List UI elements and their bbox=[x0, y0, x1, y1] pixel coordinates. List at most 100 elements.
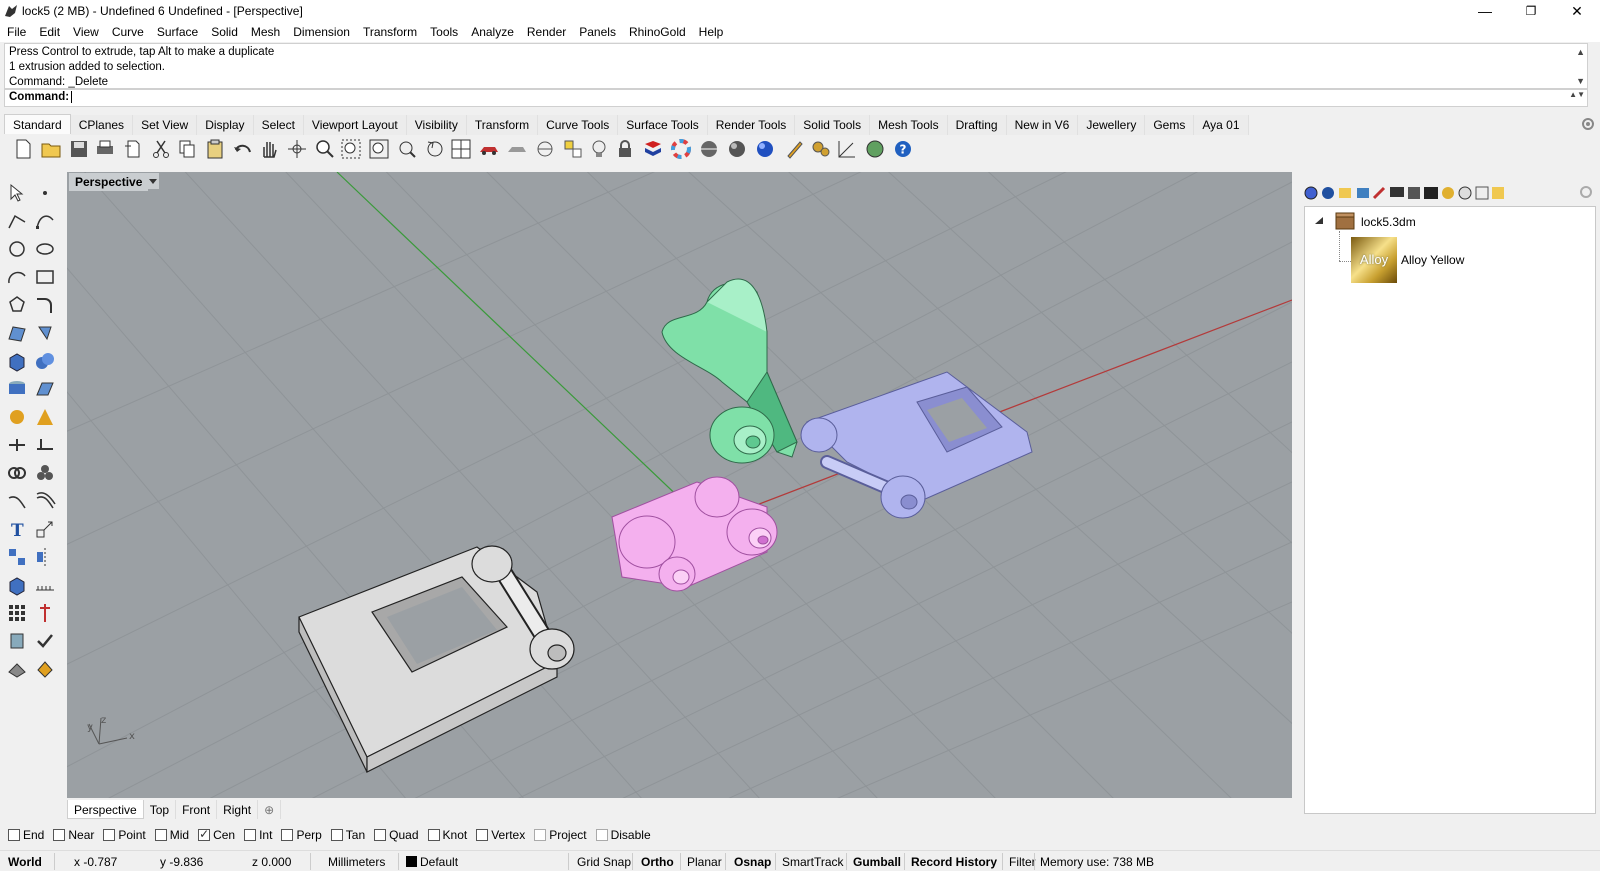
cylinder-icon[interactable] bbox=[6, 378, 28, 400]
layers-icon[interactable] bbox=[1408, 187, 1420, 199]
shaded-car-icon[interactable] bbox=[506, 138, 528, 160]
grid-array-icon[interactable] bbox=[6, 602, 28, 624]
osnap-mid[interactable]: Mid bbox=[154, 828, 189, 842]
box-solid-icon[interactable] bbox=[6, 350, 28, 372]
menu-edit[interactable]: Edit bbox=[32, 22, 66, 39]
explode-icon[interactable] bbox=[6, 406, 28, 428]
camera-icon[interactable] bbox=[1357, 188, 1369, 198]
tab-visibility[interactable]: Visibility bbox=[406, 115, 467, 135]
tab-viewport-layout[interactable]: Viewport Layout bbox=[303, 115, 407, 135]
menu-file[interactable]: File bbox=[0, 22, 32, 39]
zoom-icon[interactable] bbox=[314, 138, 336, 160]
checkbox-icon[interactable] bbox=[244, 829, 257, 841]
units-status[interactable]: Millimeters bbox=[328, 855, 385, 869]
gumball-toggle[interactable]: Gumball bbox=[853, 855, 901, 869]
osnap-point[interactable]: Point bbox=[103, 828, 146, 842]
join-icon[interactable] bbox=[6, 462, 28, 484]
green-latch-part[interactable] bbox=[661, 278, 798, 464]
checkbox-icon[interactable] bbox=[281, 829, 294, 841]
render-sphere-icon[interactable] bbox=[698, 138, 720, 160]
viewport-menu-chevron-icon[interactable] bbox=[147, 173, 159, 189]
menu-analyze[interactable]: Analyze bbox=[464, 22, 520, 39]
tab-transform[interactable]: Transform bbox=[466, 115, 539, 135]
undo-view-icon[interactable] bbox=[424, 138, 446, 160]
osnap-int[interactable]: Int bbox=[244, 828, 272, 842]
shaded-sphere-icon[interactable] bbox=[726, 138, 748, 160]
menu-surface[interactable]: Surface bbox=[150, 22, 204, 39]
checkbox-icon[interactable] bbox=[476, 829, 489, 841]
split-icon[interactable] bbox=[34, 434, 56, 456]
open-folder-icon[interactable] bbox=[40, 138, 62, 160]
polyline-icon[interactable] bbox=[6, 210, 28, 232]
checkbox-icon[interactable] bbox=[330, 829, 343, 841]
group-icon[interactable] bbox=[34, 462, 56, 484]
ortho-toggle[interactable]: Ortho bbox=[641, 855, 674, 869]
light-icon[interactable] bbox=[1442, 187, 1454, 199]
rotate-view-icon[interactable] bbox=[286, 138, 308, 160]
point-icon[interactable] bbox=[34, 182, 56, 204]
cut-icon[interactable] bbox=[150, 138, 172, 160]
environments-icon[interactable] bbox=[1322, 187, 1334, 199]
tab-new-in-v6[interactable]: New in V6 bbox=[1006, 115, 1079, 135]
rhino-app-icon[interactable] bbox=[3, 3, 19, 19]
cplane-status[interactable]: World bbox=[8, 855, 42, 869]
checkbox-icon[interactable] bbox=[154, 829, 167, 841]
osnap-toggle[interactable]: Osnap bbox=[734, 855, 771, 869]
grid-snap-toggle[interactable]: Grid Snap bbox=[577, 855, 631, 869]
point-cloud-icon[interactable] bbox=[562, 138, 584, 160]
pink-hinge-part[interactable] bbox=[611, 476, 778, 592]
osnap-knot[interactable]: Knot bbox=[427, 828, 467, 842]
color-wheel-icon[interactable] bbox=[670, 138, 692, 160]
checkbox-icon[interactable] bbox=[103, 829, 116, 841]
record-history-toggle[interactable]: Record History bbox=[911, 855, 997, 869]
paste-icon[interactable] bbox=[204, 138, 226, 160]
checkbox-icon[interactable] bbox=[53, 829, 66, 841]
four-viewports-icon[interactable] bbox=[450, 138, 472, 160]
tab-right[interactable]: Right bbox=[217, 800, 259, 819]
scroll-down-icon[interactable]: ▼ bbox=[1576, 74, 1585, 89]
globe-icon[interactable] bbox=[864, 138, 886, 160]
select-curves-icon[interactable] bbox=[534, 138, 556, 160]
tab-drafting[interactable]: Drafting bbox=[947, 115, 1007, 135]
material-name[interactable]: Alloy Yellow bbox=[1401, 253, 1464, 267]
paint-bucket-icon[interactable] bbox=[34, 658, 56, 680]
osnap-cen[interactable]: Cen bbox=[198, 827, 235, 842]
analyze-icon[interactable] bbox=[6, 630, 28, 652]
ground-plane-icon[interactable] bbox=[1492, 187, 1504, 199]
tab-display[interactable]: Display bbox=[197, 115, 254, 135]
fillet-curve-icon[interactable] bbox=[34, 294, 56, 316]
planar-toggle[interactable]: Planar bbox=[687, 855, 722, 869]
new-file-icon[interactable] bbox=[12, 138, 34, 160]
curve-cv-icon[interactable] bbox=[34, 210, 56, 232]
sun-icon[interactable] bbox=[1458, 186, 1472, 200]
save-icon[interactable] bbox=[68, 138, 90, 160]
check-icon[interactable] bbox=[34, 630, 56, 652]
close-button[interactable]: ✕ bbox=[1554, 0, 1600, 22]
checkbox-icon[interactable] bbox=[427, 829, 440, 841]
arc-icon[interactable] bbox=[6, 266, 28, 288]
light-bulb-icon[interactable] bbox=[588, 138, 610, 160]
command-line[interactable]: Command: ▲▼ bbox=[4, 89, 1588, 107]
rectangle-icon[interactable] bbox=[34, 266, 56, 288]
viewport-scene[interactable]: y z x bbox=[67, 172, 1292, 798]
restore-button[interactable]: ❐ bbox=[1508, 0, 1554, 22]
layer-shield-icon[interactable] bbox=[642, 138, 664, 160]
file-name[interactable]: lock5.3dm bbox=[1361, 215, 1416, 229]
dimension-ruler-icon[interactable] bbox=[34, 574, 56, 596]
render-mesh-icon[interactable] bbox=[6, 658, 28, 680]
menu-dimension[interactable]: Dimension bbox=[286, 22, 356, 39]
tab-gems[interactable]: Gems bbox=[1145, 115, 1195, 135]
tab-curve-tools[interactable]: Curve Tools bbox=[538, 115, 619, 135]
rhinogold-icon[interactable] bbox=[1424, 187, 1438, 199]
menu-rhinogold[interactable]: RhinoGold bbox=[622, 22, 692, 39]
viewport-title[interactable]: Perspective bbox=[69, 173, 149, 191]
menu-transform[interactable]: Transform bbox=[356, 22, 423, 39]
tab-cplanes[interactable]: CPlanes bbox=[70, 115, 134, 135]
collapse-triangle-icon[interactable] bbox=[1313, 215, 1325, 227]
tab-perspective[interactable]: Perspective bbox=[67, 800, 144, 819]
select-arrow-icon[interactable] bbox=[6, 182, 28, 204]
checkbox-icon[interactable] bbox=[534, 829, 547, 841]
folder-icon[interactable] bbox=[1339, 188, 1351, 198]
texture-icon[interactable] bbox=[1475, 186, 1489, 200]
options-gears-icon[interactable] bbox=[810, 138, 832, 160]
